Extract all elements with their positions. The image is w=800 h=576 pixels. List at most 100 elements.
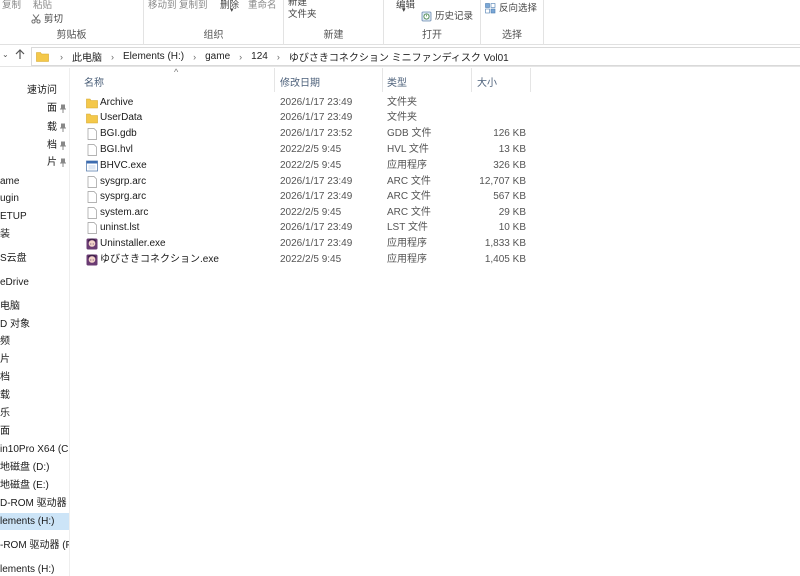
file-name: BGI.gdb: [100, 128, 137, 139]
column-divider[interactable]: [530, 68, 531, 92]
breadcrumb-separator[interactable]: ›: [60, 52, 63, 62]
nav-item-drive-e[interactable]: 地磁盘 (E:): [0, 477, 69, 494]
cut-label: 剪切: [44, 14, 64, 25]
file-row[interactable]: Uninstaller.exe 2026/1/17 23:49 应用程序 1,8…: [71, 236, 800, 252]
breadcrumb-elements-drive[interactable]: Elements (H:): [123, 51, 184, 62]
file-icon: [87, 144, 97, 156]
file-icon: [87, 176, 97, 188]
breadcrumb-separator[interactable]: ›: [239, 52, 242, 62]
nav-item-3d-objects[interactable]: D 对象: [0, 316, 69, 333]
nav-item-quick-access[interactable]: 速访问: [0, 82, 69, 99]
breadcrumb-separator[interactable]: ›: [111, 52, 114, 62]
nav-item-drive-d[interactable]: 地磁盘 (D:): [0, 459, 69, 476]
file-row[interactable]: BGI.gdb 2026/1/17 23:52 GDB 文件 126 KB: [71, 126, 800, 142]
file-name: Archive: [100, 97, 134, 108]
column-divider[interactable]: [274, 68, 275, 92]
pin-icon[interactable]: [59, 104, 67, 113]
nav-item-drive-f[interactable]: D-ROM 驱动器 (F:): [0, 495, 69, 512]
file-icon: [87, 207, 97, 219]
nav-item-drive-f-root[interactable]: -ROM 驱动器 (F:): [0, 537, 69, 554]
file-row[interactable]: ゆびさきコネクション.exe 2022/2/5 9:45 应用程序 1,405 …: [71, 252, 800, 268]
file-row[interactable]: BGI.hvl 2022/2/5 9:45 HVL 文件 13 KB: [71, 142, 800, 158]
nav-item-label: ame: [0, 176, 20, 187]
pin-icon[interactable]: [59, 141, 67, 150]
file-date: 2022/2/5 9:45: [280, 207, 342, 218]
nav-item-desktop[interactable]: 面: [0, 100, 69, 117]
file-row[interactable]: Archive 2026/1/17 23:49 文件夹: [71, 95, 800, 111]
pin-icon[interactable]: [59, 158, 67, 167]
open-group-label: 打开: [422, 30, 442, 41]
breadcrumb-current-folder[interactable]: ゆびさきコネクション ミニファンディスク Vol01: [289, 49, 509, 64]
copy-button[interactable]: 复制: [2, 0, 21, 11]
paste-button[interactable]: 粘贴: [33, 0, 52, 11]
navigation-pane[interactable]: 速访问 面 载 档 片 ame ugin ETUP 装 S云盘 eDrive 电…: [0, 68, 70, 576]
column-header-type[interactable]: 类型: [387, 74, 407, 89]
file-list[interactable]: ^ 名称 修改日期 类型 大小 Archive 2026/1/17 23:49 …: [71, 67, 800, 576]
file-name: system.arc: [100, 207, 149, 218]
ribbon-group-open: 编辑 ▾ 历史记录 打开: [384, 0, 481, 45]
column-header-name[interactable]: 名称: [84, 74, 104, 89]
copy-to-button[interactable]: 复制到: [179, 0, 208, 11]
recent-locations-chevron-icon[interactable]: ⌄: [2, 50, 9, 59]
nav-item-label: 电脑: [0, 301, 20, 312]
edit-dropdown-icon[interactable]: ▾: [402, 6, 406, 14]
nav-item-this-pc[interactable]: 电脑: [0, 298, 69, 315]
nav-item-label: 装: [0, 229, 10, 240]
file-row[interactable]: uninst.lst 2026/1/17 23:49 LST 文件 10 KB: [71, 220, 800, 236]
nav-item-game[interactable]: ame: [0, 173, 69, 190]
column-header-size[interactable]: 大小: [477, 74, 497, 89]
nav-item-onedrive[interactable]: eDrive: [0, 274, 69, 291]
breadcrumb-this-pc[interactable]: 此电脑: [72, 49, 102, 64]
breadcrumb-separator[interactable]: ›: [277, 52, 280, 62]
nav-item-documents[interactable]: 档: [0, 137, 69, 154]
file-type: 应用程序: [387, 254, 427, 265]
pin-icon[interactable]: [59, 123, 67, 132]
nav-item-drive-h-root[interactable]: lements (H:): [0, 561, 69, 576]
nav-item-documents-pc[interactable]: 档: [0, 369, 69, 386]
nav-item-label: S云盘: [0, 253, 27, 264]
nav-item-videos[interactable]: 频: [0, 333, 69, 350]
breadcrumb-124[interactable]: 124: [251, 51, 268, 62]
new-folder-button[interactable]: 新建 文件夹: [288, 0, 317, 21]
invert-selection-button[interactable]: 反向选择: [485, 0, 537, 14]
column-divider[interactable]: [382, 68, 383, 92]
nav-item-wps-cloud[interactable]: S云盘: [0, 250, 69, 267]
nav-item-drive-c[interactable]: in10Pro X64 (C:): [0, 441, 69, 458]
delete-dropdown-icon[interactable]: ▾: [230, 6, 234, 14]
nav-item-drive-h[interactable]: lements (H:): [0, 513, 69, 530]
nav-item-label: 载: [47, 122, 57, 133]
file-row[interactable]: BHVC.exe 2022/2/5 9:45 应用程序 326 KB: [71, 158, 800, 174]
file-row[interactable]: sysgrp.arc 2026/1/17 23:49 ARC 文件 12,707…: [71, 174, 800, 190]
file-name: UserData: [100, 112, 143, 123]
breadcrumb-separator[interactable]: ›: [193, 52, 196, 62]
new-group-label: 新建: [323, 30, 344, 41]
file-row[interactable]: sysprg.arc 2026/1/17 23:49 ARC 文件 567 KB: [71, 189, 800, 205]
column-divider[interactable]: [471, 68, 472, 92]
rename-button[interactable]: 重命名: [248, 0, 277, 11]
file-row[interactable]: UserData 2026/1/17 23:49 文件夹: [71, 110, 800, 126]
file-type: 文件夹: [387, 97, 417, 108]
nav-item-install[interactable]: 装: [0, 226, 69, 243]
nav-item-downloads-pc[interactable]: 载: [0, 387, 69, 404]
folder-icon: [86, 113, 98, 124]
up-arrow-icon[interactable]: [15, 49, 25, 63]
file-size: 326 KB: [493, 160, 526, 171]
nav-item-label: 乐: [0, 408, 10, 419]
history-button[interactable]: 历史记录: [421, 8, 473, 22]
nav-item-pictures[interactable]: 片: [0, 154, 69, 171]
file-type: GDB 文件: [387, 128, 432, 139]
move-to-button[interactable]: 移动到: [148, 0, 177, 11]
file-type: HVL 文件: [387, 144, 429, 155]
breadcrumb-game[interactable]: game: [205, 51, 230, 62]
nav-item-music[interactable]: 乐: [0, 405, 69, 422]
breadcrumb[interactable]: › 此电脑 › Elements (H:) › game › 124 › ゆびさ…: [31, 47, 800, 66]
nav-item-plugin[interactable]: ugin: [0, 190, 69, 207]
nav-item-pictures-pc[interactable]: 片: [0, 351, 69, 368]
nav-item-desktop-pc[interactable]: 面: [0, 423, 69, 440]
nav-item-setup[interactable]: ETUP: [0, 208, 69, 225]
cut-button[interactable]: 剪切: [31, 11, 63, 25]
column-header-date[interactable]: 修改日期: [280, 74, 320, 89]
file-row[interactable]: system.arc 2022/2/5 9:45 ARC 文件 29 KB: [71, 205, 800, 221]
nav-item-downloads[interactable]: 载: [0, 119, 69, 136]
file-icon: [87, 191, 97, 203]
